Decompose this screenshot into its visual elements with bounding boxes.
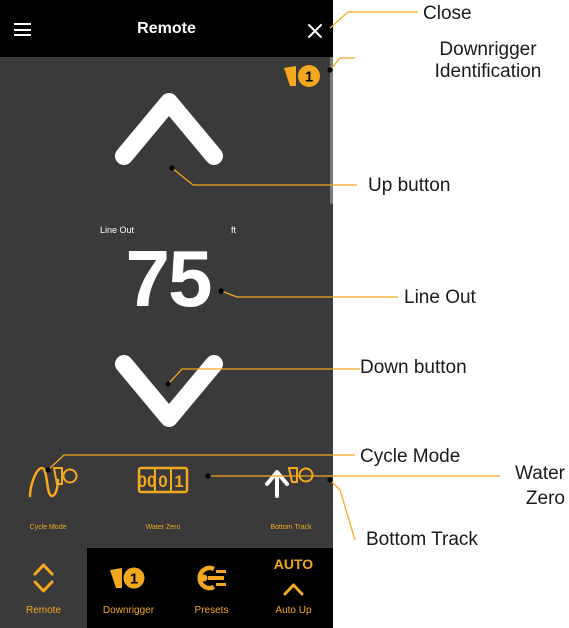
downrigger-id-number: 1 xyxy=(305,69,313,86)
water-zero-digit-3: 1 xyxy=(174,472,183,491)
nav-remote[interactable]: Remote xyxy=(0,548,87,628)
nav-downrigger[interactable]: 1 Downrigger xyxy=(87,548,170,628)
downrigger-nav-number: 1 xyxy=(130,571,138,588)
auto-up-icon xyxy=(283,583,304,596)
water-zero-label: Water Zero xyxy=(145,524,181,531)
callout-up-button: Up button xyxy=(368,175,451,196)
downrigger-icon: 1 xyxy=(110,567,145,589)
phone-screen: Remote 1 Line Out ft 75 Cycle Mode 00 0 xyxy=(0,0,333,628)
callout-close: Close xyxy=(423,3,472,24)
bottom-nav: Remote 1 Downrigger Presets AUTO Auto Up xyxy=(0,548,333,628)
water-zero-button[interactable]: 00 0 1 Water Zero xyxy=(123,458,203,534)
callout-bottom-track: Bottom Track xyxy=(366,529,478,550)
bottom-track-label: Bottom Track xyxy=(270,524,312,531)
nav-remote-label: Remote xyxy=(25,605,61,616)
callout-water-zero-line2: Zero xyxy=(525,488,565,509)
line-out-value: 75 xyxy=(125,234,213,323)
nav-presets[interactable]: Presets xyxy=(170,548,253,628)
remote-icon xyxy=(33,563,54,593)
water-zero-icon: 00 0 1 xyxy=(138,466,189,494)
callout-cycle-mode: Cycle Mode xyxy=(360,446,461,467)
nav-downrigger-label: Downrigger xyxy=(102,605,155,616)
top-bar: Remote xyxy=(0,0,333,57)
callout-downrigger-identification-line1: Downrigger xyxy=(439,39,537,60)
bottom-track-icon xyxy=(265,467,314,498)
callout-downrigger-identification: Downrigger Identification xyxy=(418,39,558,83)
scrollbar[interactable] xyxy=(330,57,333,204)
cycle-mode-icon xyxy=(28,466,78,498)
up-button[interactable] xyxy=(114,78,224,170)
page-title: Remote xyxy=(137,20,196,37)
nav-auto-up-label: Auto Up xyxy=(275,605,312,616)
callout-water-zero: Water Zero xyxy=(505,461,565,511)
presets-icon xyxy=(197,565,226,591)
callout-downrigger-identification-line2: Identification xyxy=(434,61,542,82)
downrigger-identification-icon[interactable]: 1 xyxy=(282,62,324,90)
cycle-mode-label: Cycle Mode xyxy=(29,524,67,531)
callout-down-button: Down button xyxy=(360,357,467,378)
callout-line-out: Line Out xyxy=(404,287,476,308)
down-button[interactable] xyxy=(114,350,224,442)
nav-presets-label: Presets xyxy=(194,605,229,616)
nav-auto-up[interactable]: AUTO Auto Up xyxy=(252,548,333,628)
svg-text:0: 0 xyxy=(158,472,167,491)
close-icon[interactable] xyxy=(304,20,326,42)
water-zero-digit-1: 00 xyxy=(138,472,157,491)
callout-water-zero-line1: Water xyxy=(515,463,565,484)
bottom-track-button[interactable]: Bottom Track xyxy=(251,458,331,534)
cycle-mode-button[interactable]: Cycle Mode xyxy=(8,458,88,534)
